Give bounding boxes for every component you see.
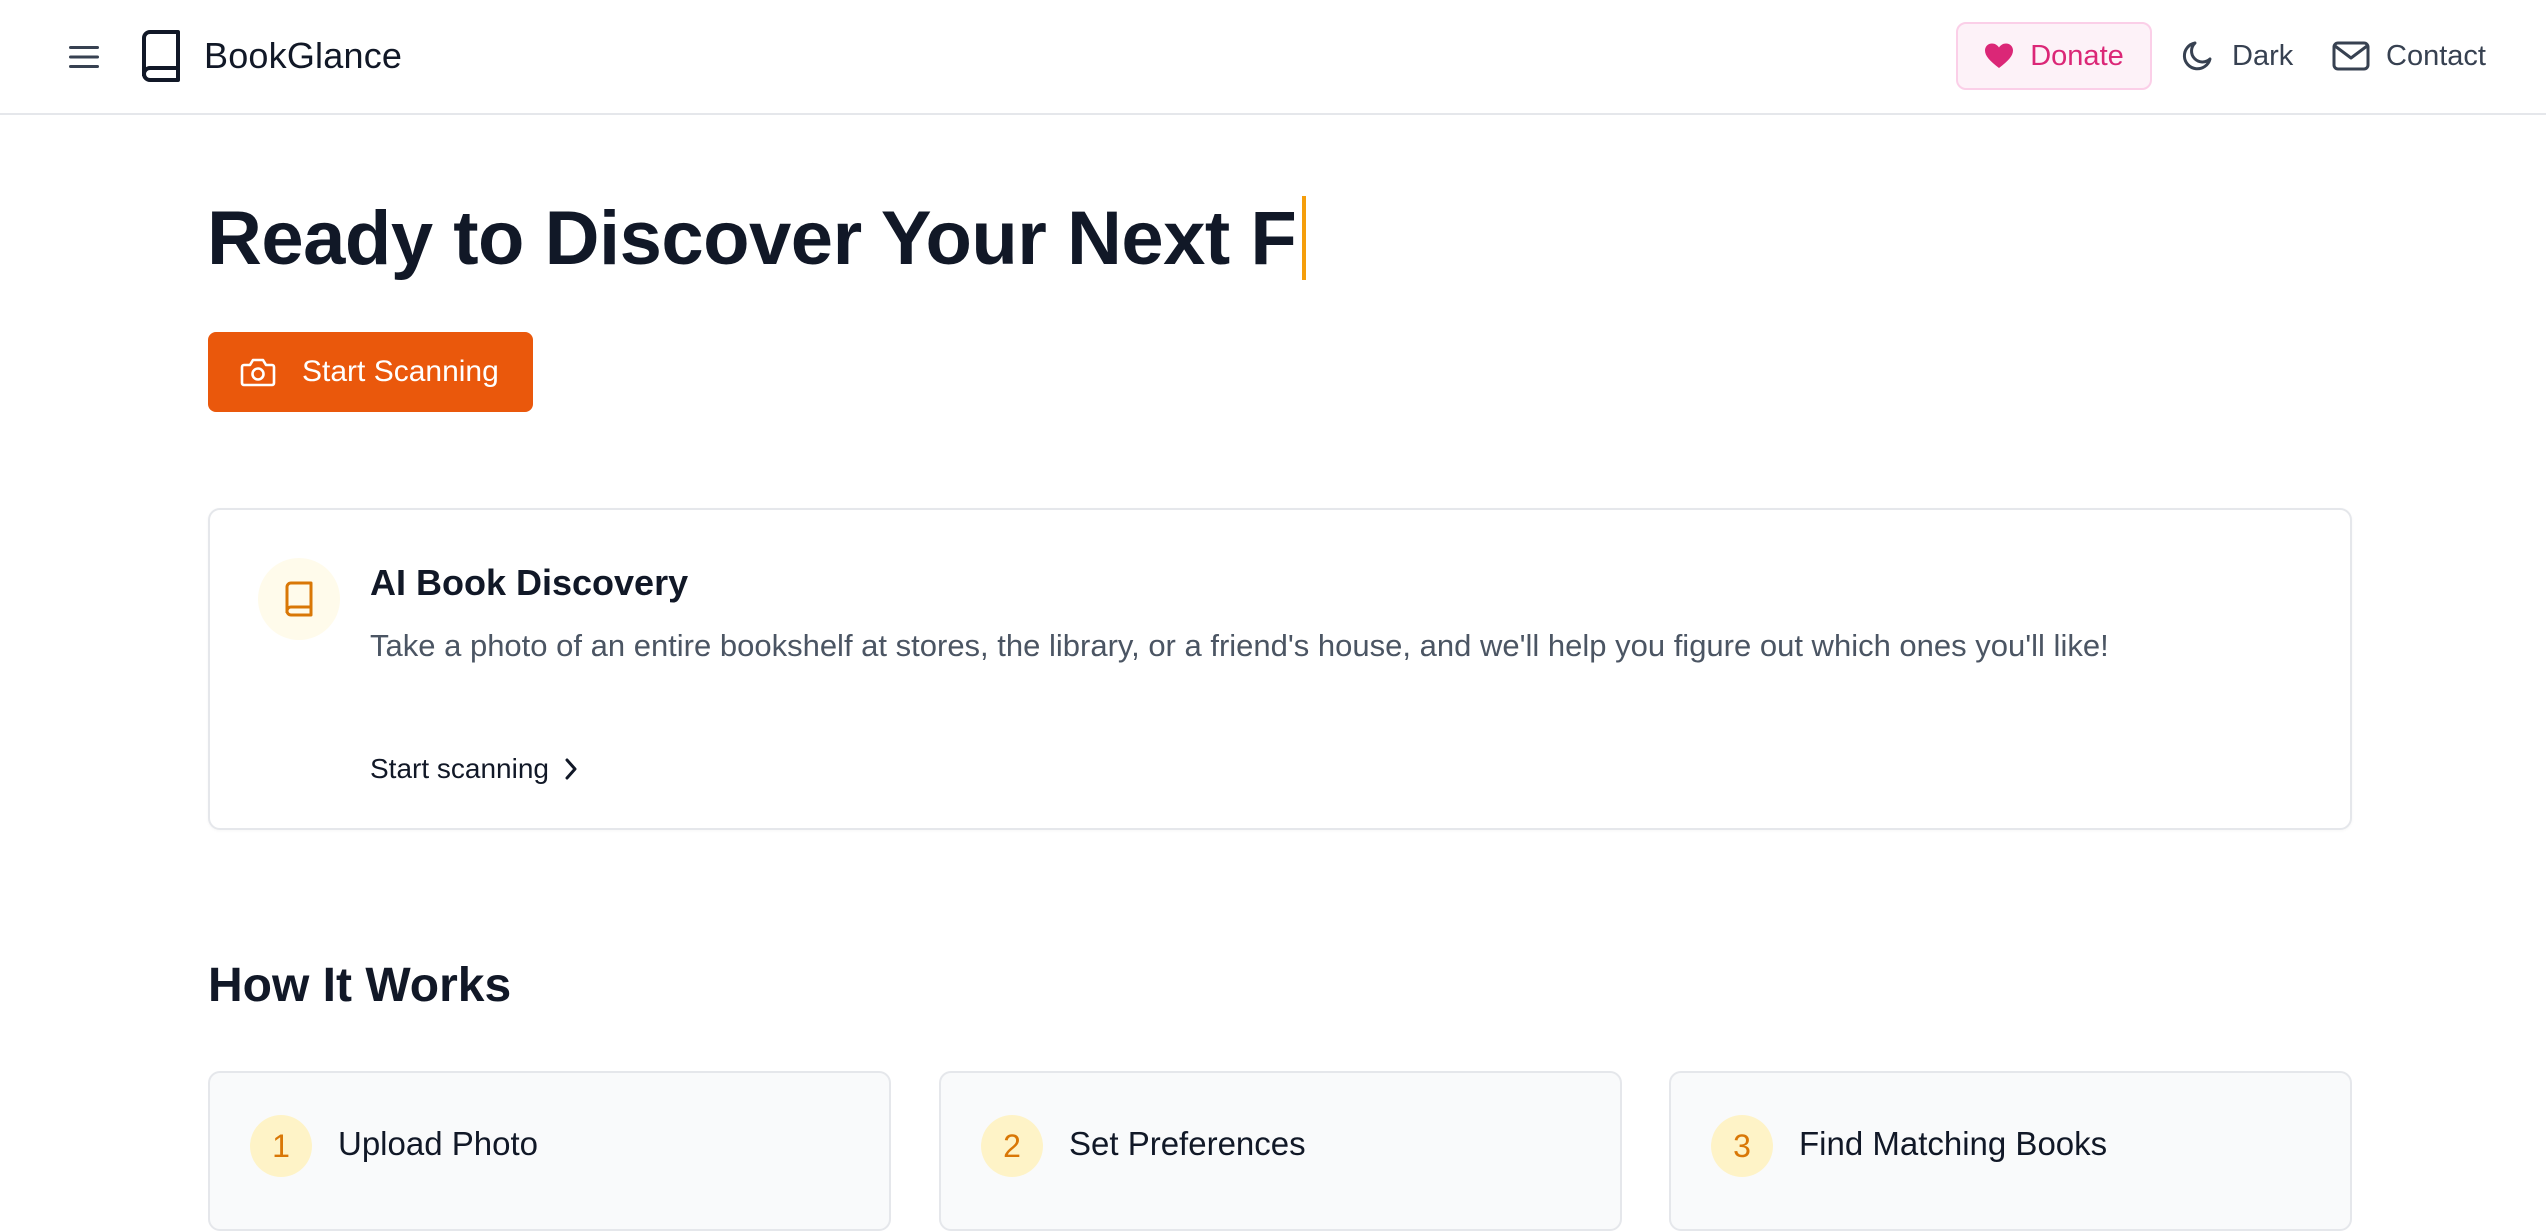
- feature-description: Take a photo of an entire bookshelf at s…: [370, 628, 2109, 663]
- step-number-badge: 2: [981, 1115, 1043, 1177]
- moon-icon: [2180, 38, 2216, 74]
- top-navbar: BookGlance Donate Dark Contact: [0, 0, 2546, 115]
- chevron-right-icon: [563, 757, 579, 781]
- start-scanning-link[interactable]: Start scanning: [370, 746, 579, 792]
- contact-link[interactable]: Contact: [2332, 30, 2486, 82]
- start-scanning-label: Start Scanning: [302, 355, 499, 388]
- dark-label: Dark: [2232, 39, 2294, 72]
- hamburger-menu-icon: [67, 44, 101, 70]
- step-card-set-preferences: 2 Set Preferences: [939, 1071, 1622, 1231]
- brand-name: BookGlance: [204, 35, 403, 76]
- step-title: Set Preferences: [1069, 1125, 1306, 1162]
- step-title: Find Matching Books: [1799, 1125, 2108, 1162]
- mail-icon: [2332, 41, 2370, 71]
- feature-card: AI Book Discovery Take a photo of an ent…: [208, 508, 2352, 830]
- feature-icon-badge: [258, 558, 340, 640]
- book-icon: [283, 580, 315, 618]
- feature-title: AI Book Discovery: [370, 562, 689, 603]
- start-scanning-button[interactable]: Start Scanning: [208, 332, 533, 412]
- step-card-upload-photo: 1 Upload Photo: [208, 1071, 891, 1231]
- typing-caret: [1302, 196, 1307, 280]
- menu-button[interactable]: [62, 37, 106, 77]
- donate-button[interactable]: Donate: [1956, 22, 2152, 90]
- brand-logo-link[interactable]: BookGlance: [138, 27, 402, 85]
- step-title: Upload Photo: [338, 1125, 538, 1162]
- step-number-badge: 3: [1711, 1115, 1773, 1177]
- hero-title-text: Ready to Discover Your Next F: [207, 195, 1297, 281]
- heart-icon: [1984, 42, 2014, 70]
- how-it-works-title: How It Works: [208, 959, 512, 1012]
- step-card-find-matching-books: 3 Find Matching Books: [1669, 1071, 2352, 1231]
- camera-icon: [240, 356, 276, 388]
- step-number-badge: 1: [250, 1115, 312, 1177]
- start-scanning-link-label: Start scanning: [370, 753, 549, 784]
- book-icon: [138, 29, 184, 83]
- donate-label: Donate: [2030, 39, 2124, 72]
- hero-title: Ready to Discover Your Next F: [207, 188, 1307, 288]
- dark-mode-toggle[interactable]: Dark: [2180, 30, 2293, 82]
- contact-label: Contact: [2386, 39, 2486, 72]
